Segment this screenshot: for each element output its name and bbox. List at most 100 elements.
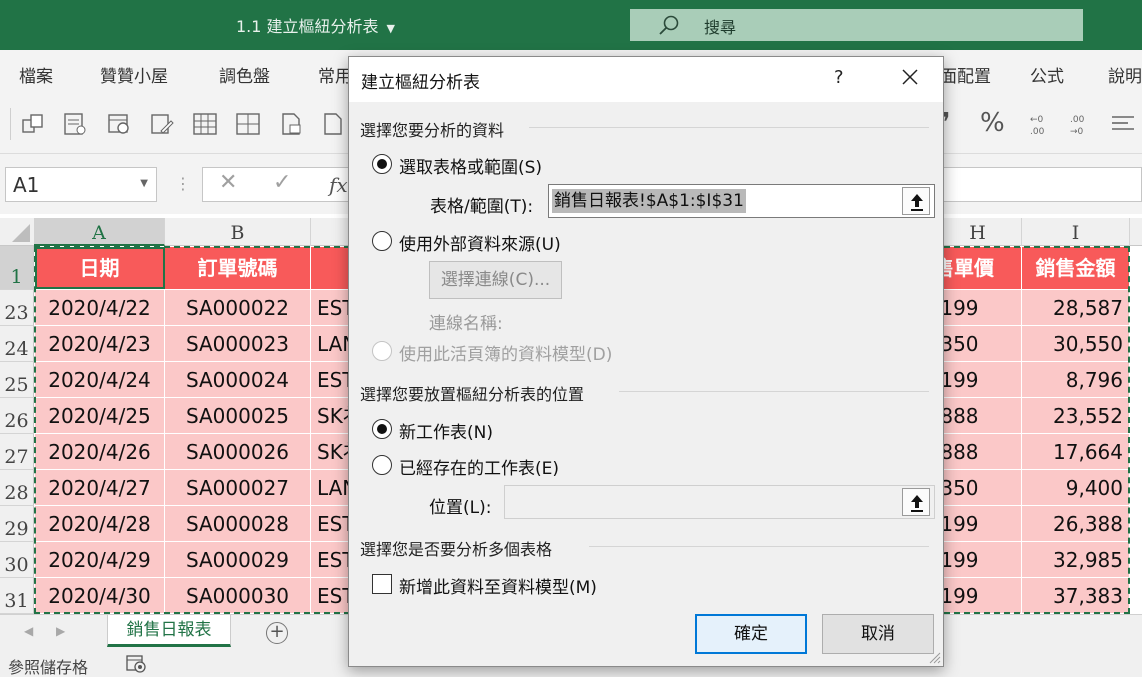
row-header[interactable]: 28 (0, 470, 34, 506)
help-button[interactable]: ? (834, 67, 844, 88)
cell-unit-price[interactable]: ,888 (934, 398, 1022, 434)
cell-date[interactable]: 2020/4/26 (35, 434, 165, 470)
cell-unit-price[interactable]: ,199 (934, 578, 1022, 614)
cell-order[interactable]: SA000024 (165, 362, 311, 398)
cell-unit-price[interactable]: ,350 (934, 470, 1022, 506)
scroll-left-icon[interactable]: ◀ (24, 624, 33, 638)
scroll-right-icon[interactable]: ▶ (56, 624, 65, 638)
cell-product[interactable]: SK衤 (311, 434, 351, 470)
row-header[interactable]: 23 (0, 290, 34, 326)
cell-amount[interactable]: 17,664 (1022, 434, 1130, 470)
header-cell-unit-price[interactable]: 售單價 (934, 247, 1022, 290)
row-header[interactable]: 27 (0, 434, 34, 470)
cell-amount[interactable]: 8,796 (1022, 362, 1130, 398)
decrease-decimal-icon[interactable]: .00→0 (1067, 111, 1093, 137)
cell-product[interactable]: LAN (311, 326, 351, 362)
name-box[interactable]: A1 ▼ (5, 167, 157, 202)
column-header-i[interactable]: I (1022, 218, 1130, 246)
header-cell-product[interactable] (311, 247, 351, 290)
label-existing-worksheet[interactable]: 已經存在的工作表(E) (399, 454, 559, 479)
cancel-formula-icon[interactable]: ✕ (219, 170, 237, 195)
radio-select-range[interactable] (372, 154, 392, 174)
insert-function-icon[interactable]: fx (329, 173, 348, 197)
cell-product[interactable]: EST (311, 290, 351, 326)
edit-form-icon[interactable] (149, 111, 175, 137)
preview-icon[interactable] (106, 111, 132, 137)
tab-formulas[interactable]: 公式 (1030, 62, 1064, 87)
cell-amount[interactable]: 32,985 (1022, 542, 1130, 578)
label-new-worksheet[interactable]: 新工作表(N) (399, 418, 493, 443)
document-title[interactable]: 1.1 建立樞紐分析表 ▼ (236, 13, 395, 37)
sheet-tab-sales[interactable]: 銷售日報表 (107, 615, 231, 647)
increase-decimal-icon[interactable]: ←0.00 (1025, 111, 1051, 137)
cell-unit-price[interactable]: ,199 (934, 362, 1022, 398)
chevron-down-icon[interactable]: ▼ (140, 178, 148, 189)
cell-date[interactable]: 2020/4/28 (35, 506, 165, 542)
align-icon[interactable] (1110, 111, 1136, 137)
cell-unit-price[interactable]: ,350 (934, 326, 1022, 362)
label-external-source[interactable]: 使用外部資料來源(U) (399, 230, 561, 255)
cell-order[interactable]: SA000030 (165, 578, 311, 614)
cell-order[interactable]: SA000028 (165, 506, 311, 542)
cell-product[interactable]: LAN (311, 470, 351, 506)
cell-date[interactable]: 2020/4/24 (35, 362, 165, 398)
header-cell-amount[interactable]: 銷售金額 (1022, 247, 1130, 290)
cell-date[interactable]: 2020/4/29 (35, 542, 165, 578)
export-pdf-icon[interactable] (278, 111, 304, 137)
cell-amount[interactable]: 26,388 (1022, 506, 1130, 542)
label-select-range[interactable]: 選取表格或範圍(S) (399, 153, 542, 178)
radio-existing-worksheet[interactable] (372, 455, 392, 475)
cell-product[interactable]: EST (311, 578, 351, 614)
column-header-c[interactable] (311, 218, 351, 246)
row-header-1[interactable]: 1 (0, 246, 34, 290)
cell-product[interactable]: EST (311, 362, 351, 398)
column-header-b[interactable]: B (165, 218, 311, 246)
cell-date[interactable]: 2020/4/22 (35, 290, 165, 326)
row-header[interactable]: 26 (0, 398, 34, 434)
cell-date[interactable]: 2020/4/23 (35, 326, 165, 362)
cell-date[interactable]: 2020/4/30 (35, 578, 165, 614)
row-header[interactable]: 29 (0, 506, 34, 542)
collapse-dialog-button[interactable] (902, 187, 930, 215)
cell-amount[interactable]: 23,552 (1022, 398, 1130, 434)
tab-palette[interactable]: 調色盤 (219, 62, 270, 87)
accessibility-icon[interactable] (126, 655, 146, 673)
add-to-data-model-checkbox[interactable] (372, 574, 392, 594)
percent-icon[interactable]: % (980, 108, 1005, 138)
search-box[interactable]: 搜尋 (630, 9, 1083, 41)
dialog-title-bar[interactable]: 建立樞紐分析表 ? (349, 57, 943, 102)
table-grid-icon[interactable] (192, 111, 218, 137)
cell-date[interactable]: 2020/4/27 (35, 470, 165, 506)
location-input[interactable] (504, 485, 935, 519)
add-sheet-icon[interactable]: + (266, 622, 288, 644)
row-header[interactable]: 25 (0, 362, 34, 398)
tab-page-layout[interactable]: 面配置 (940, 62, 991, 87)
label-data-model[interactable]: 使用此活頁簿的資料模型(D) (399, 340, 612, 365)
cell-product[interactable]: EST (311, 506, 351, 542)
cell-order[interactable]: SA000029 (165, 542, 311, 578)
ok-button[interactable]: 確定 (695, 614, 807, 654)
row-header[interactable]: 24 (0, 326, 34, 362)
document-icon[interactable] (62, 111, 88, 137)
cell-order[interactable]: SA000027 (165, 470, 311, 506)
cell-unit-price[interactable]: ,199 (934, 506, 1022, 542)
header-cell-date[interactable]: 日期 (35, 247, 165, 290)
tab-home[interactable]: 常用 (318, 62, 352, 87)
close-icon[interactable] (900, 67, 920, 87)
choose-connection-button[interactable]: 選擇連線(C)... (429, 261, 562, 299)
cell-product[interactable]: SK衤 (311, 398, 351, 434)
column-header-h[interactable]: H (934, 218, 1022, 246)
cell-amount[interactable]: 37,383 (1022, 578, 1130, 614)
cell-order[interactable]: SA000023 (165, 326, 311, 362)
chevron-down-icon[interactable]: ▼ (387, 22, 395, 35)
header-cell-order[interactable]: 訂單號碼 (165, 247, 311, 290)
shapes-icon[interactable] (20, 111, 46, 137)
label-add-to-data-model[interactable]: 新增此資料至資料模型(M) (399, 573, 597, 598)
row-header[interactable]: 30 (0, 542, 34, 578)
more-icon[interactable]: ⋮ (175, 174, 191, 193)
cell-unit-price[interactable]: ,888 (934, 434, 1022, 470)
cell-date[interactable]: 2020/4/25 (35, 398, 165, 434)
cell-order[interactable]: SA000025 (165, 398, 311, 434)
cell-amount[interactable]: 30,550 (1022, 326, 1130, 362)
cell-unit-price[interactable]: ,199 (934, 290, 1022, 326)
